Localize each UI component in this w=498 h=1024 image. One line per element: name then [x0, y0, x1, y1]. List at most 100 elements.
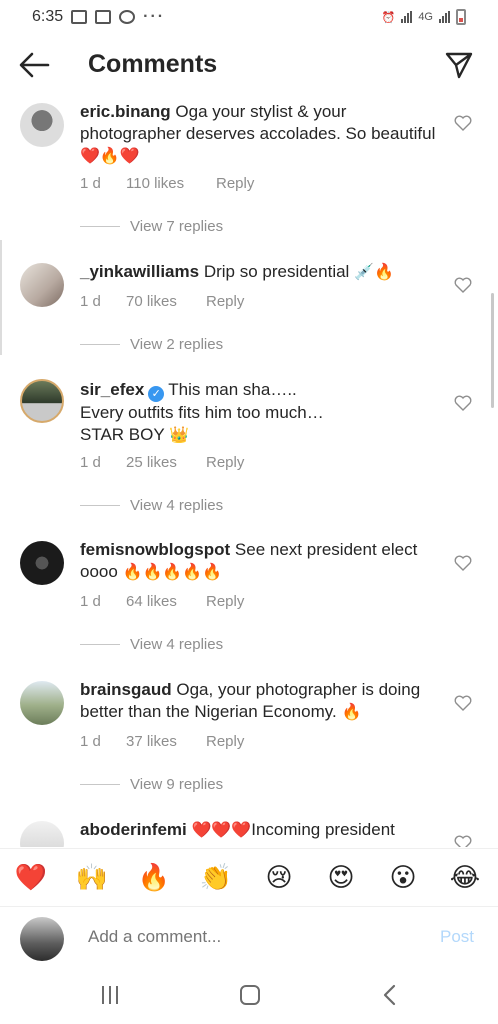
reaction-raised-hands[interactable]: 🙌 [75, 861, 109, 895]
battery-icon [456, 9, 466, 25]
view-replies-label: View 2 replies [130, 336, 224, 353]
comment-meta: 1 d 25 likes Reply [80, 454, 244, 471]
signal-icon-2 [439, 11, 450, 23]
comment-meta: 1 d 37 likes Reply [80, 733, 244, 750]
comment-emoji: 🔥🔥🔥🔥🔥 [122, 562, 223, 581]
avatar[interactable] [20, 263, 64, 307]
like-heart-icon[interactable] [454, 835, 472, 847]
share-send-icon[interactable] [444, 50, 474, 80]
page-title: Comments [88, 50, 218, 78]
view-replies-button[interactable]: View 7 replies [80, 218, 223, 235]
comment-time: 1 d [80, 175, 101, 192]
comment-likes[interactable]: 110 likes [126, 175, 216, 192]
like-heart-icon[interactable] [454, 695, 472, 711]
comment-emoji: 🔥 [341, 702, 362, 721]
divider [80, 784, 120, 785]
reply-button[interactable]: Reply [206, 293, 244, 310]
verified-badge-icon: ✓ [148, 386, 165, 402]
network-type: 4G [418, 11, 433, 23]
view-replies-button[interactable]: View 4 replies [80, 497, 223, 514]
scrollbar[interactable] [491, 293, 494, 408]
view-replies-label: View 9 replies [130, 776, 224, 793]
my-avatar [20, 917, 64, 961]
avatar[interactable] [20, 103, 64, 147]
reaction-surprised-face[interactable]: 😮 [386, 861, 420, 895]
home-icon[interactable] [240, 985, 260, 1005]
comment-time: 1 d [80, 454, 101, 471]
nav-back-icon[interactable] [380, 984, 400, 1006]
signal-icon [401, 11, 413, 23]
like-heart-icon[interactable] [454, 277, 472, 293]
comment-username[interactable]: aboderinfemi [80, 820, 187, 839]
like-heart-icon[interactable] [454, 395, 472, 411]
reaction-heart-eyes[interactable]: 😍 [324, 861, 358, 895]
comment-username[interactable]: _yinkawilliams [80, 262, 199, 281]
divider [80, 226, 120, 227]
comment-body: eric.binang Oga your stylist & your phot… [80, 101, 440, 167]
comment-emoji: ❤️🔥❤️ [80, 146, 140, 165]
gallery-notification-icon [71, 10, 88, 24]
view-replies-button[interactable]: View 9 replies [80, 776, 223, 793]
divider [80, 644, 120, 645]
recent-apps-icon[interactable] [102, 986, 122, 1004]
alarm-icon: ⏰ [381, 11, 396, 24]
comment-likes[interactable]: 64 likes [126, 593, 206, 610]
comment-likes[interactable]: 37 likes [126, 733, 206, 750]
comment-text: Drip so presidential [203, 262, 350, 281]
comment-username[interactable]: femisnowblogspot [80, 540, 230, 559]
view-replies-button[interactable]: View 4 replies [80, 636, 223, 653]
comment-body: femisnowblogspot See next president elec… [80, 539, 440, 583]
comment-emoji: ❤️❤️❤️ [191, 820, 252, 839]
avatar[interactable] [20, 379, 64, 423]
post-button[interactable]: Post [440, 927, 474, 947]
reaction-fire[interactable]: 🔥 [137, 861, 171, 895]
comment-list[interactable]: eric.binang Oga your stylist & your phot… [0, 95, 498, 847]
view-replies-label: View 7 replies [130, 218, 224, 235]
like-heart-icon[interactable] [454, 555, 472, 571]
more-notifications-icon: ··· [143, 8, 166, 25]
comment-time: 1 d [80, 293, 101, 310]
comment-username[interactable]: brainsgaud [80, 680, 172, 699]
view-replies-button[interactable]: View 2 replies [80, 336, 223, 353]
system-nav-bar [0, 972, 498, 1024]
reply-button[interactable]: Reply [206, 454, 244, 471]
comment-emoji: 💉🔥 [354, 262, 394, 281]
comment-meta: 1 d 70 likes Reply [80, 293, 244, 310]
comment-meta: 1 d 110 likes Reply [80, 175, 254, 192]
avatar[interactable] [20, 681, 64, 725]
back-arrow-icon[interactable] [18, 50, 50, 80]
comment-body: _yinkawilliams Drip so presidential 💉🔥 [80, 261, 440, 283]
add-comment-bar: Post [0, 906, 498, 970]
like-heart-icon[interactable] [454, 115, 472, 131]
reaction-clapping[interactable]: 👏 [199, 861, 233, 895]
comment-username[interactable]: eric.binang [80, 102, 171, 121]
comment-likes[interactable]: 70 likes [126, 293, 206, 310]
reply-button[interactable]: Reply [206, 733, 244, 750]
quick-reaction-bar: ❤️ 🙌 🔥 👏 😢 😍 😮 😂 [0, 848, 498, 906]
comment-input[interactable] [88, 927, 418, 947]
divider [80, 505, 120, 506]
reaction-red-heart[interactable]: ❤️ [14, 861, 48, 895]
comment-text: Incoming president [251, 820, 395, 839]
avatar[interactable] [20, 821, 64, 847]
image-notification-icon [95, 10, 112, 24]
view-replies-label: View 4 replies [130, 497, 224, 514]
comment-likes[interactable]: 25 likes [126, 454, 206, 471]
comment-emoji: 👑 [169, 425, 190, 444]
comment-meta: 1 d 64 likes Reply [80, 593, 244, 610]
comment-body: aboderinfemi ❤️❤️❤️Incoming president [80, 819, 440, 841]
avatar[interactable] [20, 541, 64, 585]
comment-username[interactable]: sir_efex [80, 380, 144, 399]
chat-notification-icon [119, 10, 136, 24]
reaction-crying-face[interactable]: 😢 [262, 861, 296, 895]
reply-button[interactable]: Reply [216, 175, 254, 192]
status-right-icons: ⏰ 4G [382, 9, 466, 25]
comment-body: sir_efex ✓ This man sha….. Every outfits f… [80, 379, 440, 446]
comment-time: 1 d [80, 733, 101, 750]
view-replies-label: View 4 replies [130, 636, 224, 653]
reply-button[interactable]: Reply [206, 593, 244, 610]
edge-indicator [0, 240, 2, 355]
comment-body: brainsgaud Oga, your photographer is doi… [80, 679, 440, 723]
comments-header: Comments [0, 40, 498, 90]
reaction-laughing-face[interactable]: 😂 [448, 861, 482, 895]
